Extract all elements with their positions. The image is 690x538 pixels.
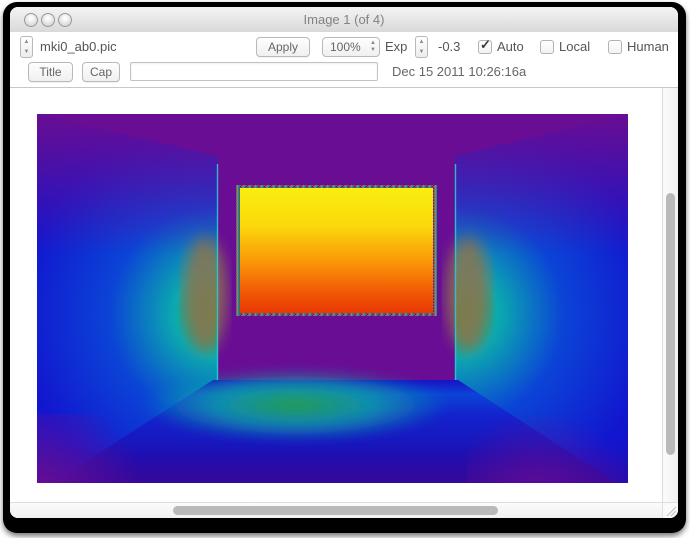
zoom-value: 100% [330, 38, 361, 56]
window-title: Image 1 (of 4) [10, 7, 678, 32]
auto-checkbox-label: Auto [497, 37, 524, 57]
resize-grip[interactable] [662, 502, 678, 518]
filename-label: mki0_ab0.pic [40, 37, 117, 57]
human-checkbox[interactable]: ✓ [608, 40, 622, 54]
caption-input[interactable] [130, 62, 378, 81]
local-checkbox-label: Local [559, 37, 590, 57]
zoom-select[interactable]: 100% ▲▼ [322, 37, 380, 57]
image-index-stepper[interactable]: ▲ ▼ [20, 36, 33, 58]
popup-arrows-icon: ▲▼ [370, 40, 376, 54]
screenshot-canvas: Image 1 (of 4) ▲ ▼ mki0_ab0.pic Apply 10… [0, 0, 690, 538]
stepper-down-icon[interactable]: ▼ [21, 47, 32, 57]
horizontal-scrollbar-thumb[interactable] [173, 506, 498, 515]
title-button[interactable]: Title [28, 62, 73, 82]
rendered-image[interactable] [37, 114, 628, 483]
stepper-up-icon[interactable]: ▲ [21, 37, 32, 47]
checkmark-icon: ✓ [480, 37, 491, 53]
stepper-down-icon[interactable]: ▼ [416, 47, 427, 57]
horizontal-scrollbar[interactable] [10, 502, 662, 518]
exp-label: Exp [385, 37, 407, 57]
title-bar[interactable]: Image 1 (of 4) [10, 7, 678, 33]
image-viewport [10, 88, 662, 502]
local-checkbox[interactable]: ✓ [540, 40, 554, 54]
human-checkbox-label: Human [627, 37, 669, 57]
vertical-scrollbar[interactable] [662, 88, 678, 502]
image-viewer-window: Image 1 (of 4) ▲ ▼ mki0_ab0.pic Apply 10… [10, 7, 678, 518]
stepper-up-icon[interactable]: ▲ [416, 37, 427, 47]
timestamp-label: Dec 15 2011 10:26:16a [392, 62, 526, 82]
exp-value: -0.3 [438, 37, 460, 57]
apply-button[interactable]: Apply [256, 37, 310, 57]
exp-stepper[interactable]: ▲ ▼ [415, 36, 428, 58]
vertical-scrollbar-thumb[interactable] [666, 193, 675, 455]
auto-checkbox[interactable]: ✓ [478, 40, 492, 54]
toolbar: ▲ ▼ mki0_ab0.pic Apply 100% ▲▼ Exp ▲ ▼ -… [10, 32, 678, 87]
cap-button[interactable]: Cap [82, 62, 120, 82]
